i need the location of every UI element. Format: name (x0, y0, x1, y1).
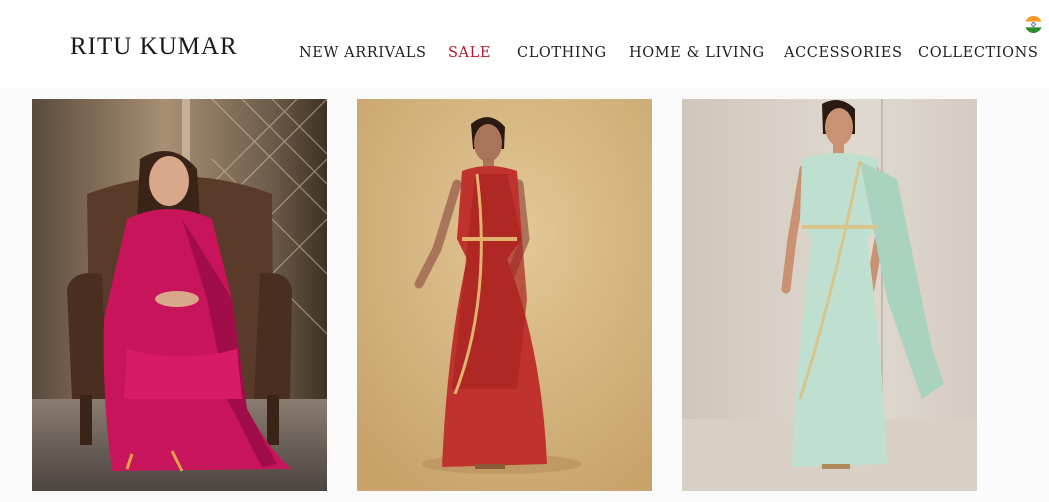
india-flag-icon[interactable] (1025, 16, 1042, 33)
nav-new-arrivals[interactable]: NEW ARRIVALS (299, 44, 427, 62)
product-image (357, 99, 652, 491)
brand-logo[interactable]: RITU KUMAR (70, 33, 238, 61)
nav-accessories[interactable]: ACCESSORIES (784, 44, 903, 62)
site-header: RITU KUMAR NEW ARRIVALS SALE CLOTHING HO… (0, 0, 1049, 88)
product-card-red-saree[interactable] (357, 99, 652, 491)
product-image (32, 99, 327, 491)
nav-sale[interactable]: SALE (448, 44, 491, 62)
nav-collections[interactable]: COLLECTIONS (918, 44, 1038, 62)
product-card-magenta-saree[interactable] (32, 99, 327, 491)
product-image (682, 99, 977, 491)
nav-clothing[interactable]: CLOTHING (517, 44, 607, 62)
product-card-mint-saree[interactable] (682, 99, 977, 491)
nav-home-living[interactable]: HOME & LIVING (629, 44, 765, 62)
